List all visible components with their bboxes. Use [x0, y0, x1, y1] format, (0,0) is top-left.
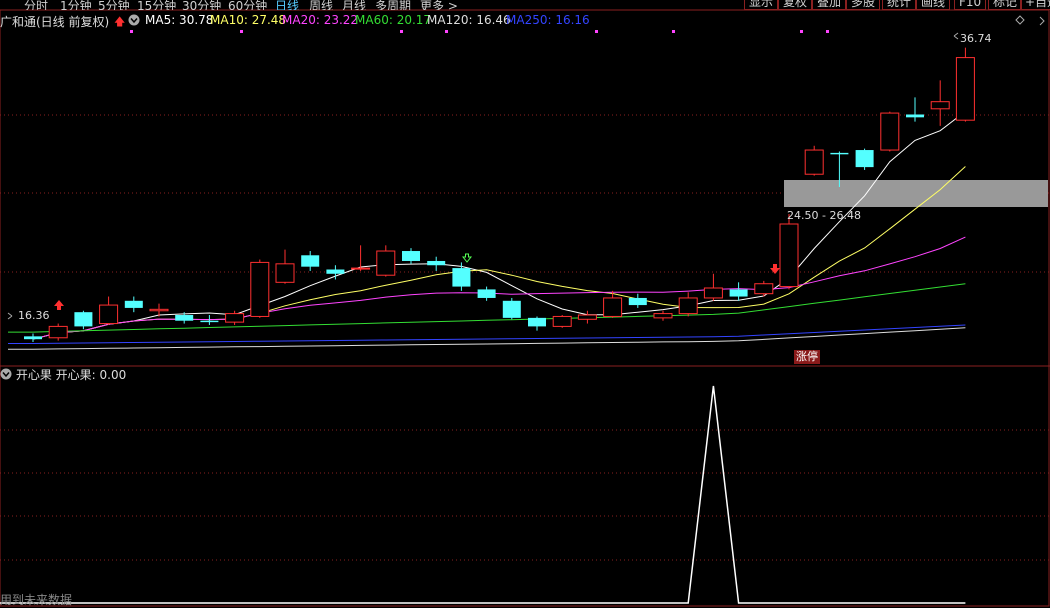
period-tab-30min[interactable]: 30分钟	[182, 0, 221, 10]
period-tab-daily[interactable]: 日线	[275, 0, 299, 10]
stats-button[interactable]: 统计	[882, 0, 917, 10]
ma250-label: MA250: 16.16	[506, 13, 590, 27]
signal-dot	[240, 30, 243, 33]
candle-body-up	[250, 261, 270, 317]
signal-dot	[800, 30, 803, 33]
candle-body-up	[275, 263, 295, 283]
candle-body-down	[402, 251, 420, 261]
period-tab-weekly[interactable]: 周线	[309, 0, 333, 10]
candle-body-down	[452, 268, 471, 287]
candle-body-down	[502, 300, 521, 318]
candle-body-down	[830, 152, 849, 155]
signal-dot	[400, 30, 403, 33]
candle-body-up	[552, 315, 572, 327]
settings-diamond-icon	[1015, 15, 1025, 25]
indicator-value: 开心果: 0.00	[55, 368, 127, 382]
candle-body-up	[754, 283, 774, 295]
signal-dot	[595, 30, 598, 33]
signal-dot	[826, 30, 829, 33]
candle-body-up	[99, 304, 119, 325]
stock-title: 广和通(日线 前复权)	[0, 15, 110, 29]
candle-body-down	[24, 336, 42, 340]
period-tab-5min[interactable]: 5分钟	[98, 0, 130, 10]
candle-body-down	[74, 312, 93, 327]
buy-arrow-icon	[54, 300, 64, 310]
indicator-title-row: 开心果 开心果: 0.00	[0, 366, 126, 383]
candle-body-up	[880, 112, 900, 151]
candle-body-down	[200, 320, 219, 323]
price-band	[784, 180, 1048, 207]
low-marker-icon	[7, 312, 13, 320]
signal-dot	[130, 30, 133, 33]
indicator-dropdown-icon[interactable]	[0, 368, 12, 383]
period-tab-multi[interactable]: 多周期	[375, 0, 411, 10]
candle-body-up	[225, 313, 245, 323]
candle-body-down	[175, 315, 194, 321]
limit-up-badge: 涨停	[794, 350, 820, 364]
candle-body-up	[48, 325, 68, 339]
candle-body-up	[577, 314, 597, 320]
signal-dot	[672, 30, 675, 33]
dropdown-icon[interactable]	[128, 14, 140, 29]
overlay-button[interactable]: 叠加	[812, 0, 847, 10]
candle-body-up	[804, 149, 824, 175]
show-button[interactable]: 显示	[744, 0, 779, 10]
candle-body-up	[603, 297, 623, 317]
signal-dot	[445, 30, 448, 33]
ma20-line	[32, 236, 966, 340]
ma20-label: MA20: 23.22	[282, 13, 359, 27]
add-watchlist-button[interactable]: +自选	[1020, 0, 1050, 10]
candle-body-up	[351, 267, 371, 270]
high-marker-icon	[953, 32, 959, 40]
low-price-label: 16.36	[18, 309, 50, 322]
ma5-line	[32, 111, 966, 340]
chart-frame	[0, 9, 1050, 607]
period-tab-fenshi[interactable]: 分时	[24, 0, 48, 10]
ma5-label: MA5: 30.78	[145, 13, 214, 27]
price-band-label: 24.50 - 26.48	[787, 209, 861, 222]
candle-body-up	[149, 308, 169, 312]
candle-body-up	[930, 101, 950, 110]
candle-body-down	[427, 260, 446, 266]
candle-body-down	[528, 317, 546, 327]
period-tab-more[interactable]: 更多 >	[420, 0, 458, 10]
kline-chart[interactable]	[0, 0, 1050, 607]
candle-body-up	[376, 250, 396, 276]
candle-body-up	[653, 313, 673, 319]
candle-body-down	[628, 297, 647, 306]
ma10-label: MA10: 27.48	[210, 13, 287, 27]
period-tab-60min[interactable]: 60分钟	[228, 0, 267, 10]
limit-up-arrow-icon	[770, 264, 780, 274]
high-price-label: 36.74	[960, 32, 992, 45]
ma120-label: MA120: 16.46	[427, 13, 511, 27]
draw-line-button[interactable]: 画线	[916, 0, 951, 10]
candle-body-down	[906, 114, 924, 118]
candle-body-down	[301, 255, 320, 267]
candle-body-up	[703, 287, 723, 299]
top-toolbar: 分时 1分钟 5分钟 15分钟 30分钟 60分钟 日线 周线 月线 多周期 更…	[0, 0, 1050, 10]
candle-body-down	[326, 269, 345, 274]
candle-body-down	[477, 289, 496, 298]
indicator-name: 开心果	[15, 368, 52, 382]
ma250-line	[8, 324, 966, 344]
sell-arrow-icon	[461, 253, 473, 263]
period-tab-monthly[interactable]: 月线	[342, 0, 366, 10]
candle-body-down	[729, 289, 748, 297]
candle-body-down	[855, 150, 874, 168]
mark-button[interactable]: 标记	[988, 0, 1023, 10]
multi-stock-button[interactable]: 多股	[846, 0, 881, 10]
candle-body-up	[678, 297, 698, 315]
ma60-label: MA60: 20.17	[355, 13, 432, 27]
indicator-line	[0, 385, 966, 604]
period-tab-1min[interactable]: 1分钟	[60, 0, 92, 10]
period-tab-15min[interactable]: 15分钟	[137, 0, 176, 10]
candle-body-down	[124, 300, 143, 308]
fuquan-button[interactable]: 复权	[778, 0, 813, 10]
future-data-note: 用到未来数据	[0, 593, 73, 607]
candle-body-up	[955, 57, 975, 121]
expand-chevron-icon	[1039, 16, 1045, 26]
f10-button[interactable]: F10	[954, 0, 987, 10]
up-arrow-icon: 🡅	[114, 15, 126, 28]
candle-body-up	[779, 223, 799, 288]
